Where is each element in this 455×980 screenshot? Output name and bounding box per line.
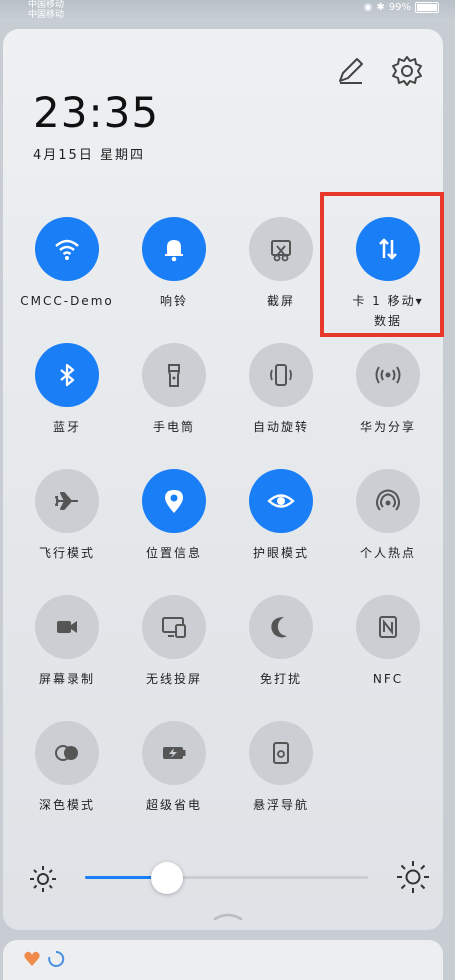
tile-auto-rotate[interactable]: 自动旋转 bbox=[231, 343, 331, 437]
tile-nfc[interactable]: NFC bbox=[338, 595, 438, 689]
tile-label: 截屏 bbox=[266, 294, 295, 308]
airplane-icon bbox=[35, 469, 99, 533]
carrier-line-1: 中国移动 bbox=[28, 0, 65, 10]
tile-label: 响铃 bbox=[159, 294, 188, 308]
gear-icon[interactable] bbox=[390, 54, 424, 88]
tile-bluetooth[interactable]: 蓝牙 bbox=[17, 343, 117, 437]
location-pin-icon bbox=[142, 469, 206, 533]
tile-label: 免打扰 bbox=[259, 672, 302, 686]
edit-icon[interactable] bbox=[335, 56, 365, 86]
tile-floating-nav[interactable]: 悬浮导航 bbox=[231, 721, 331, 815]
share-icon bbox=[356, 343, 420, 407]
tile-huawei-share[interactable]: 华为分享 bbox=[338, 343, 438, 437]
tile-do-not-disturb[interactable]: 免打扰 bbox=[231, 595, 331, 689]
wifi-icon bbox=[35, 217, 99, 281]
battery-percent: 99% bbox=[388, 2, 411, 13]
tile-screenshot[interactable]: 截屏 bbox=[231, 217, 331, 311]
eye-status-icon: ◉ bbox=[363, 2, 373, 13]
status-icons: ◉ ✱ 99% bbox=[364, 2, 439, 13]
video-camera-icon bbox=[35, 595, 99, 659]
hotspot-icon bbox=[356, 469, 420, 533]
tile-label: 悬浮导航 bbox=[252, 798, 309, 812]
tile-flashlight[interactable]: 手电筒 bbox=[124, 343, 224, 437]
floating-nav-icon bbox=[249, 721, 313, 785]
bluetooth-icon bbox=[35, 343, 99, 407]
tile-label: 手电筒 bbox=[152, 420, 195, 434]
tile-screen-record[interactable]: 屏幕录制 bbox=[17, 595, 117, 689]
rotate-icon bbox=[249, 343, 313, 407]
brightness-high-icon bbox=[397, 861, 429, 893]
eye-icon bbox=[249, 469, 313, 533]
collapse-handle-icon[interactable] bbox=[212, 910, 244, 922]
brightness-slider-thumb[interactable] bbox=[151, 862, 184, 894]
dark-mode-icon bbox=[35, 721, 99, 785]
annotation-highlight-box bbox=[320, 192, 444, 337]
brightness-slider-track[interactable] bbox=[85, 876, 368, 879]
tile-label: 屏幕录制 bbox=[38, 672, 95, 686]
tile-label: 护眼模式 bbox=[252, 546, 309, 560]
tile-wifi[interactable]: CMCC-Demo bbox=[17, 217, 117, 311]
screenshot-icon bbox=[249, 217, 313, 281]
tile-label: CMCC-Demo bbox=[20, 294, 114, 308]
tile-label: 超级省电 bbox=[145, 798, 202, 812]
moon-icon bbox=[249, 595, 313, 659]
tile-label: 位置信息 bbox=[145, 546, 202, 560]
tile-label: 深色模式 bbox=[38, 798, 95, 812]
bluetooth-status-icon: ✱ bbox=[376, 2, 385, 13]
tile-label: 华为分享 bbox=[359, 420, 416, 434]
tile-ring[interactable]: 响铃 bbox=[124, 217, 224, 311]
tile-label: 蓝牙 bbox=[52, 420, 81, 434]
notification-card[interactable] bbox=[3, 940, 443, 980]
tile-wireless-projection[interactable]: 无线投屏 bbox=[124, 595, 224, 689]
battery-bolt-icon bbox=[142, 721, 206, 785]
tile-label: 个人热点 bbox=[359, 546, 416, 560]
loading-icon bbox=[48, 950, 65, 967]
projection-icon bbox=[142, 595, 206, 659]
tile-dark-mode[interactable]: 深色模式 bbox=[17, 721, 117, 815]
tile-hotspot[interactable]: 个人热点 bbox=[338, 469, 438, 563]
status-bar: 中国移动 中国移动 ◉ ✱ 99% bbox=[0, 0, 455, 22]
date-text: 4月15日 星期四 bbox=[33, 148, 145, 163]
carrier-line-2: 中国移动 bbox=[28, 10, 65, 20]
tile-label: 飞行模式 bbox=[38, 546, 95, 560]
battery-icon bbox=[415, 2, 439, 13]
tile-power-saving[interactable]: 超级省电 bbox=[124, 721, 224, 815]
flashlight-icon bbox=[142, 343, 206, 407]
tile-label: 无线投屏 bbox=[145, 672, 202, 686]
carrier-info: 中国移动 中国移动 bbox=[28, 0, 64, 20]
nfc-icon bbox=[356, 595, 420, 659]
clock-time: 23:35 bbox=[33, 88, 160, 137]
heart-icon bbox=[24, 951, 40, 966]
tile-eye-comfort[interactable]: 护眼模式 bbox=[231, 469, 331, 563]
tile-airplane[interactable]: 飞行模式 bbox=[17, 469, 117, 563]
tile-location[interactable]: 位置信息 bbox=[124, 469, 224, 563]
bell-icon bbox=[142, 217, 206, 281]
brightness-low-icon bbox=[30, 866, 56, 892]
tile-label: 自动旋转 bbox=[252, 420, 309, 434]
tile-label: NFC bbox=[372, 672, 404, 686]
